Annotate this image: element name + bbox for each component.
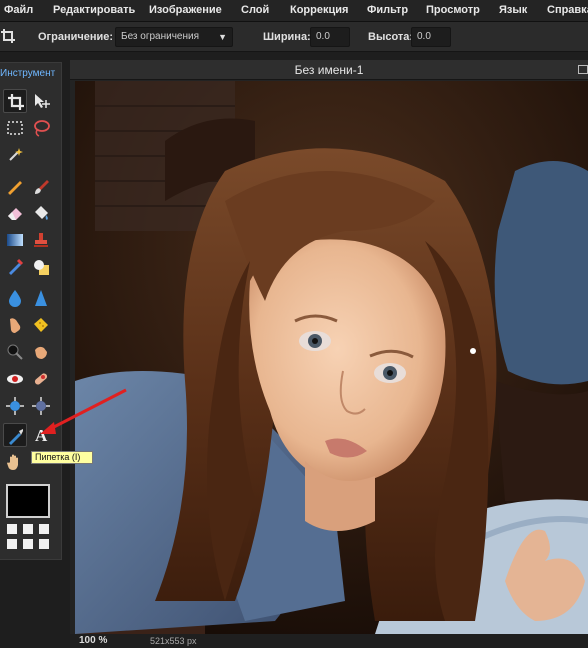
zoom-level[interactable]: 100 % [79, 635, 107, 646]
width-label: Ширина: [263, 31, 311, 43]
sponge-icon [34, 318, 48, 332]
eyedropper-icon [9, 429, 23, 445]
menu-layer[interactable]: Слой [241, 4, 269, 16]
menu-language[interactable]: Язык [499, 4, 527, 16]
bloat-icon [6, 397, 24, 415]
crop-tool[interactable] [3, 89, 27, 113]
menu-file[interactable]: Файл [4, 4, 33, 16]
move-tool[interactable] [29, 89, 53, 113]
photo-girl [75, 81, 588, 634]
marquee-icon [7, 121, 23, 135]
chevron-down-icon: ▼ [218, 32, 227, 42]
menu-filter[interactable]: Фильтр [367, 4, 408, 16]
color-replace-tool[interactable] [3, 255, 27, 279]
blur-tool[interactable] [3, 286, 27, 310]
eraser-tool[interactable] [3, 201, 27, 225]
dodge-tool[interactable] [3, 340, 27, 364]
mode-button-1[interactable] [39, 524, 49, 534]
document-title-bar[interactable]: Без имени-1 [70, 60, 588, 80]
constraint-select[interactable]: Без ограничения ▼ [115, 27, 233, 47]
restore-window-icon[interactable] [578, 65, 588, 74]
red-eye-icon [7, 374, 23, 384]
toolbox-title: Инструмент [0, 68, 56, 79]
constraint-value: Без ограничения [121, 31, 200, 42]
width-value: 0.0 [316, 31, 330, 42]
options-bar: Ограничение: Без ограничения ▼ Ширина: 0… [0, 22, 588, 52]
stamp-icon [34, 233, 48, 247]
pencil-icon [7, 181, 22, 195]
magic-wand-tool[interactable] [3, 143, 27, 167]
blur-drop-icon [9, 290, 21, 307]
eraser-icon [8, 208, 22, 220]
crop-icon [0, 28, 16, 44]
annotation-arrow [40, 388, 127, 434]
paint-bucket-tool[interactable] [29, 201, 53, 225]
lasso-tool[interactable] [29, 116, 53, 140]
brush-tool[interactable] [29, 174, 53, 198]
pencil-tool[interactable] [3, 174, 27, 198]
status-bar: 100 % 521x553 px [70, 634, 588, 648]
sharpen-tool[interactable] [29, 286, 53, 310]
constraint-label: Ограничение: [38, 31, 114, 43]
crop-tool-icon [8, 94, 24, 110]
finger-icon [10, 318, 21, 333]
red-eye-tool[interactable] [3, 367, 27, 391]
menu-bar: Файл Редактировать Изображение Слой Корр… [0, 0, 588, 22]
paint-bucket-icon [35, 206, 48, 220]
image-dimensions: 521x553 px [150, 636, 197, 646]
foreground-color-swatch[interactable] [6, 484, 50, 518]
magic-wand-icon [9, 148, 23, 161]
bloat-tool[interactable] [3, 394, 27, 418]
document-window: Без имени-1 100 % 521x553 px [70, 60, 588, 648]
menu-help[interactable]: Справка [547, 4, 588, 16]
tool-tooltip: Пипетка (I) [31, 451, 93, 464]
menu-edit[interactable]: Редактировать [53, 4, 135, 16]
smudge-tool[interactable] [3, 313, 27, 337]
drawing-tool[interactable] [29, 255, 53, 279]
sponge-tool[interactable] [29, 313, 53, 337]
menu-image[interactable]: Изображение [149, 4, 222, 16]
burn-tool[interactable] [29, 340, 53, 364]
mode-button-4[interactable] [39, 539, 49, 549]
burn-hand-icon [35, 346, 47, 359]
eyedropper-tool[interactable] [3, 423, 27, 447]
image-canvas[interactable] [75, 81, 588, 634]
sharpen-icon [35, 290, 47, 306]
height-value: 0.0 [417, 31, 431, 42]
menu-view[interactable]: Просмотр [426, 4, 480, 16]
width-field[interactable]: 0.0 [310, 27, 350, 47]
height-label: Высота: [368, 31, 414, 43]
height-field[interactable]: 0.0 [411, 27, 451, 47]
hand-icon [7, 454, 18, 470]
shapes-icon [34, 260, 49, 275]
hand-tool[interactable] [3, 450, 27, 474]
default-colors-button[interactable] [7, 524, 17, 534]
move-icon [35, 94, 50, 108]
dodge-icon [7, 344, 23, 360]
menu-adjustment[interactable]: Коррекция [290, 4, 348, 16]
swap-colors-button[interactable] [23, 524, 33, 534]
toolbox-panel: Инструмент A [0, 62, 62, 560]
gradient-tool[interactable] [3, 228, 27, 252]
marquee-tool[interactable] [3, 116, 27, 140]
mode-button-2[interactable] [7, 539, 17, 549]
color-replace-icon [9, 258, 24, 275]
document-title: Без имени-1 [294, 63, 364, 77]
lasso-icon [34, 120, 50, 137]
gradient-icon [7, 234, 23, 246]
clone-stamp-tool[interactable] [29, 228, 53, 252]
mode-button-3[interactable] [23, 539, 33, 549]
brush-icon [35, 180, 49, 194]
